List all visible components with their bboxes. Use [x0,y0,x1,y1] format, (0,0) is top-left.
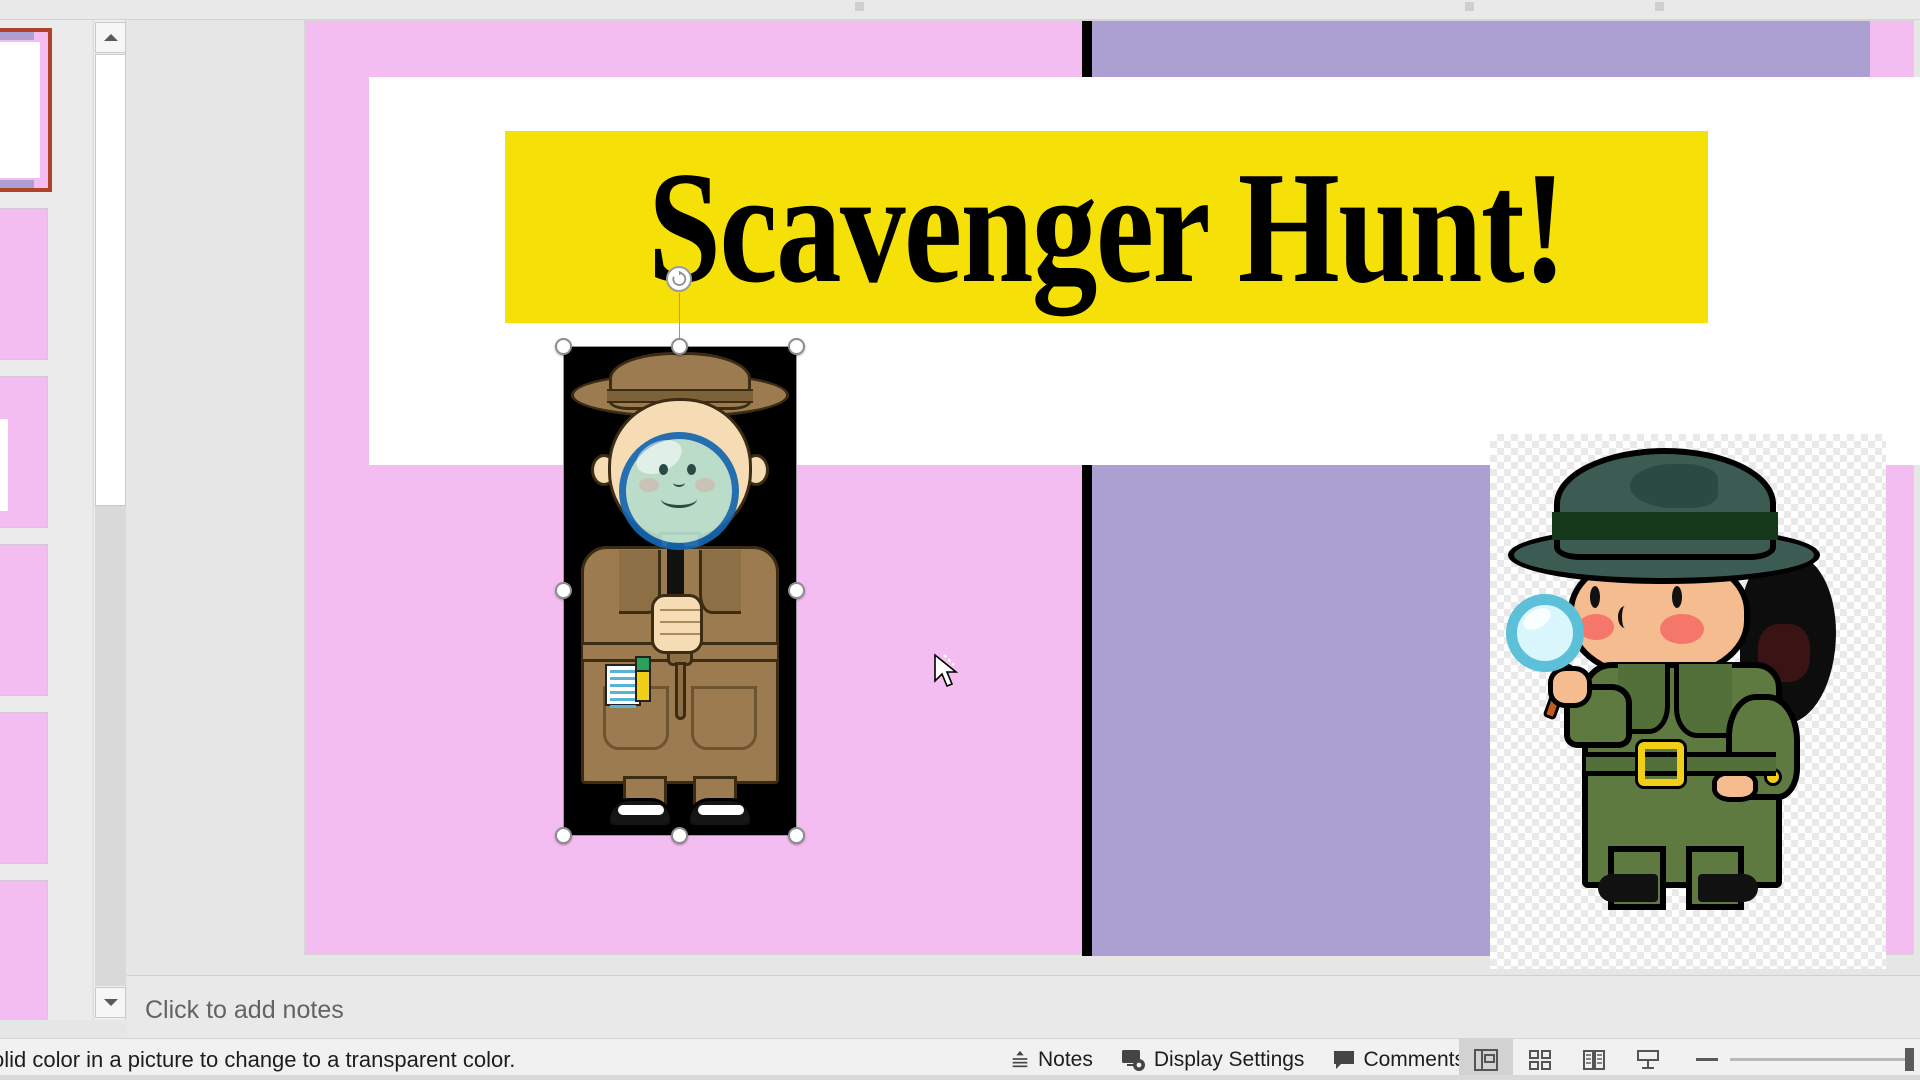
detective-boy-image[interactable] [563,346,797,836]
zoom-slider[interactable] [1730,1048,1914,1071]
notes-placeholder[interactable]: Click to add notes [145,996,344,1025]
normal-view-button[interactable] [1459,1038,1513,1080]
resize-handle-top-right[interactable] [788,338,805,355]
view-mode-buttons [1459,1038,1675,1080]
thumbnail-scrollbar[interactable] [93,20,126,1020]
thumbnail-content: s on it! [0,881,47,1020]
display-settings-icon [1121,1049,1145,1071]
display-settings-button[interactable]: Display Settings [1107,1039,1319,1080]
notes-icon [1012,1050,1028,1067]
resize-handle-middle-right[interactable] [788,582,805,599]
slide-sorter-icon [1529,1049,1551,1070]
status-bar-buttons: Notes Display Settings Comments [995,1039,1479,1080]
cursor-icon [934,653,959,688]
slide-sorter-view-button[interactable] [1513,1039,1567,1080]
thumbnail-content: t! [0,32,48,188]
comments-button-label: Comments [1363,1047,1465,1071]
thumb-accent-band [0,180,34,188]
zoom-out-button[interactable] [1696,1058,1718,1061]
slide-thumbnail-panel[interactable]: t! s! oes d! [0,20,92,1020]
scroll-up-button[interactable] [95,22,126,53]
comment-icon [1334,1050,1355,1069]
comments-button[interactable]: Comments [1318,1039,1479,1080]
notes-button-label: Notes [1038,1047,1093,1071]
display-settings-label: Display Settings [1153,1047,1305,1071]
zoom-slider-thumb[interactable] [1905,1048,1914,1071]
notes-button[interactable]: Notes [995,1039,1107,1080]
slide-show-icon [1637,1049,1659,1069]
reading-view-icon [1583,1049,1605,1070]
scrollbar-thumb[interactable] [95,54,126,506]
resize-handle-bottom-left[interactable] [555,827,572,844]
thumbnail-content: d! [0,545,47,695]
resize-handle-bottom-right[interactable] [788,827,805,844]
chevron-down-icon [103,999,118,1006]
notes-pane[interactable]: Click to add notes [127,975,1920,1045]
slide-thumbnail-1[interactable]: t! [0,28,52,192]
current-slide[interactable]: Scavenger Hunt! [304,20,1920,969]
status-message: olid color in a picture to change to a t… [0,1047,516,1072]
ruler-tick [855,2,864,11]
window-bottom-edge [0,1075,1920,1080]
rotate-handle[interactable] [666,266,692,292]
status-bar: olid color in a picture to change to a t… [0,1038,1920,1080]
thumb-content-box [0,42,40,178]
thumbnail-content: encil! [0,713,47,863]
slide-thumbnail-6[interactable]: s on it! [0,880,48,1020]
normal-view-icon [1474,1048,1498,1071]
reading-view-button[interactable] [1567,1039,1621,1080]
detective-girl-artwork [1490,434,1886,969]
thumb-accent-band [0,32,34,40]
slide-title[interactable]: Scavenger Hunt! [613,131,1599,323]
resize-handle-top-center[interactable] [671,338,688,355]
detective-boy-artwork [563,346,797,836]
mouse-cursor-set-transparent-color [932,653,966,693]
rotate-icon [672,270,687,286]
resize-handle-bottom-center[interactable] [671,827,688,844]
slide-thumbnail-4[interactable]: d! [0,544,48,696]
slide-thumbnail-5[interactable]: encil! [0,712,48,864]
resize-handle-top-left[interactable] [555,338,572,355]
slide-thumbnail-3[interactable]: s! oes [0,376,48,528]
thumbnail-content [0,209,47,359]
thumbnail-content: s! oes [0,377,47,527]
thumb-content-box [0,419,8,511]
ruler-tick [1655,2,1664,11]
detective-girl-image[interactable] [1490,434,1886,969]
zoom-controls [1696,1039,1914,1080]
slide-thumbnail-2[interactable] [0,208,48,360]
slide-canvas-area[interactable]: Scavenger Hunt! [127,20,1920,975]
slide-show-view-button[interactable] [1621,1039,1675,1080]
scroll-down-button[interactable] [95,987,126,1018]
chevron-up-icon [103,34,118,41]
resize-handle-middle-left[interactable] [555,582,572,599]
top-ruler-strip [0,0,1920,20]
ruler-tick [1465,2,1474,11]
